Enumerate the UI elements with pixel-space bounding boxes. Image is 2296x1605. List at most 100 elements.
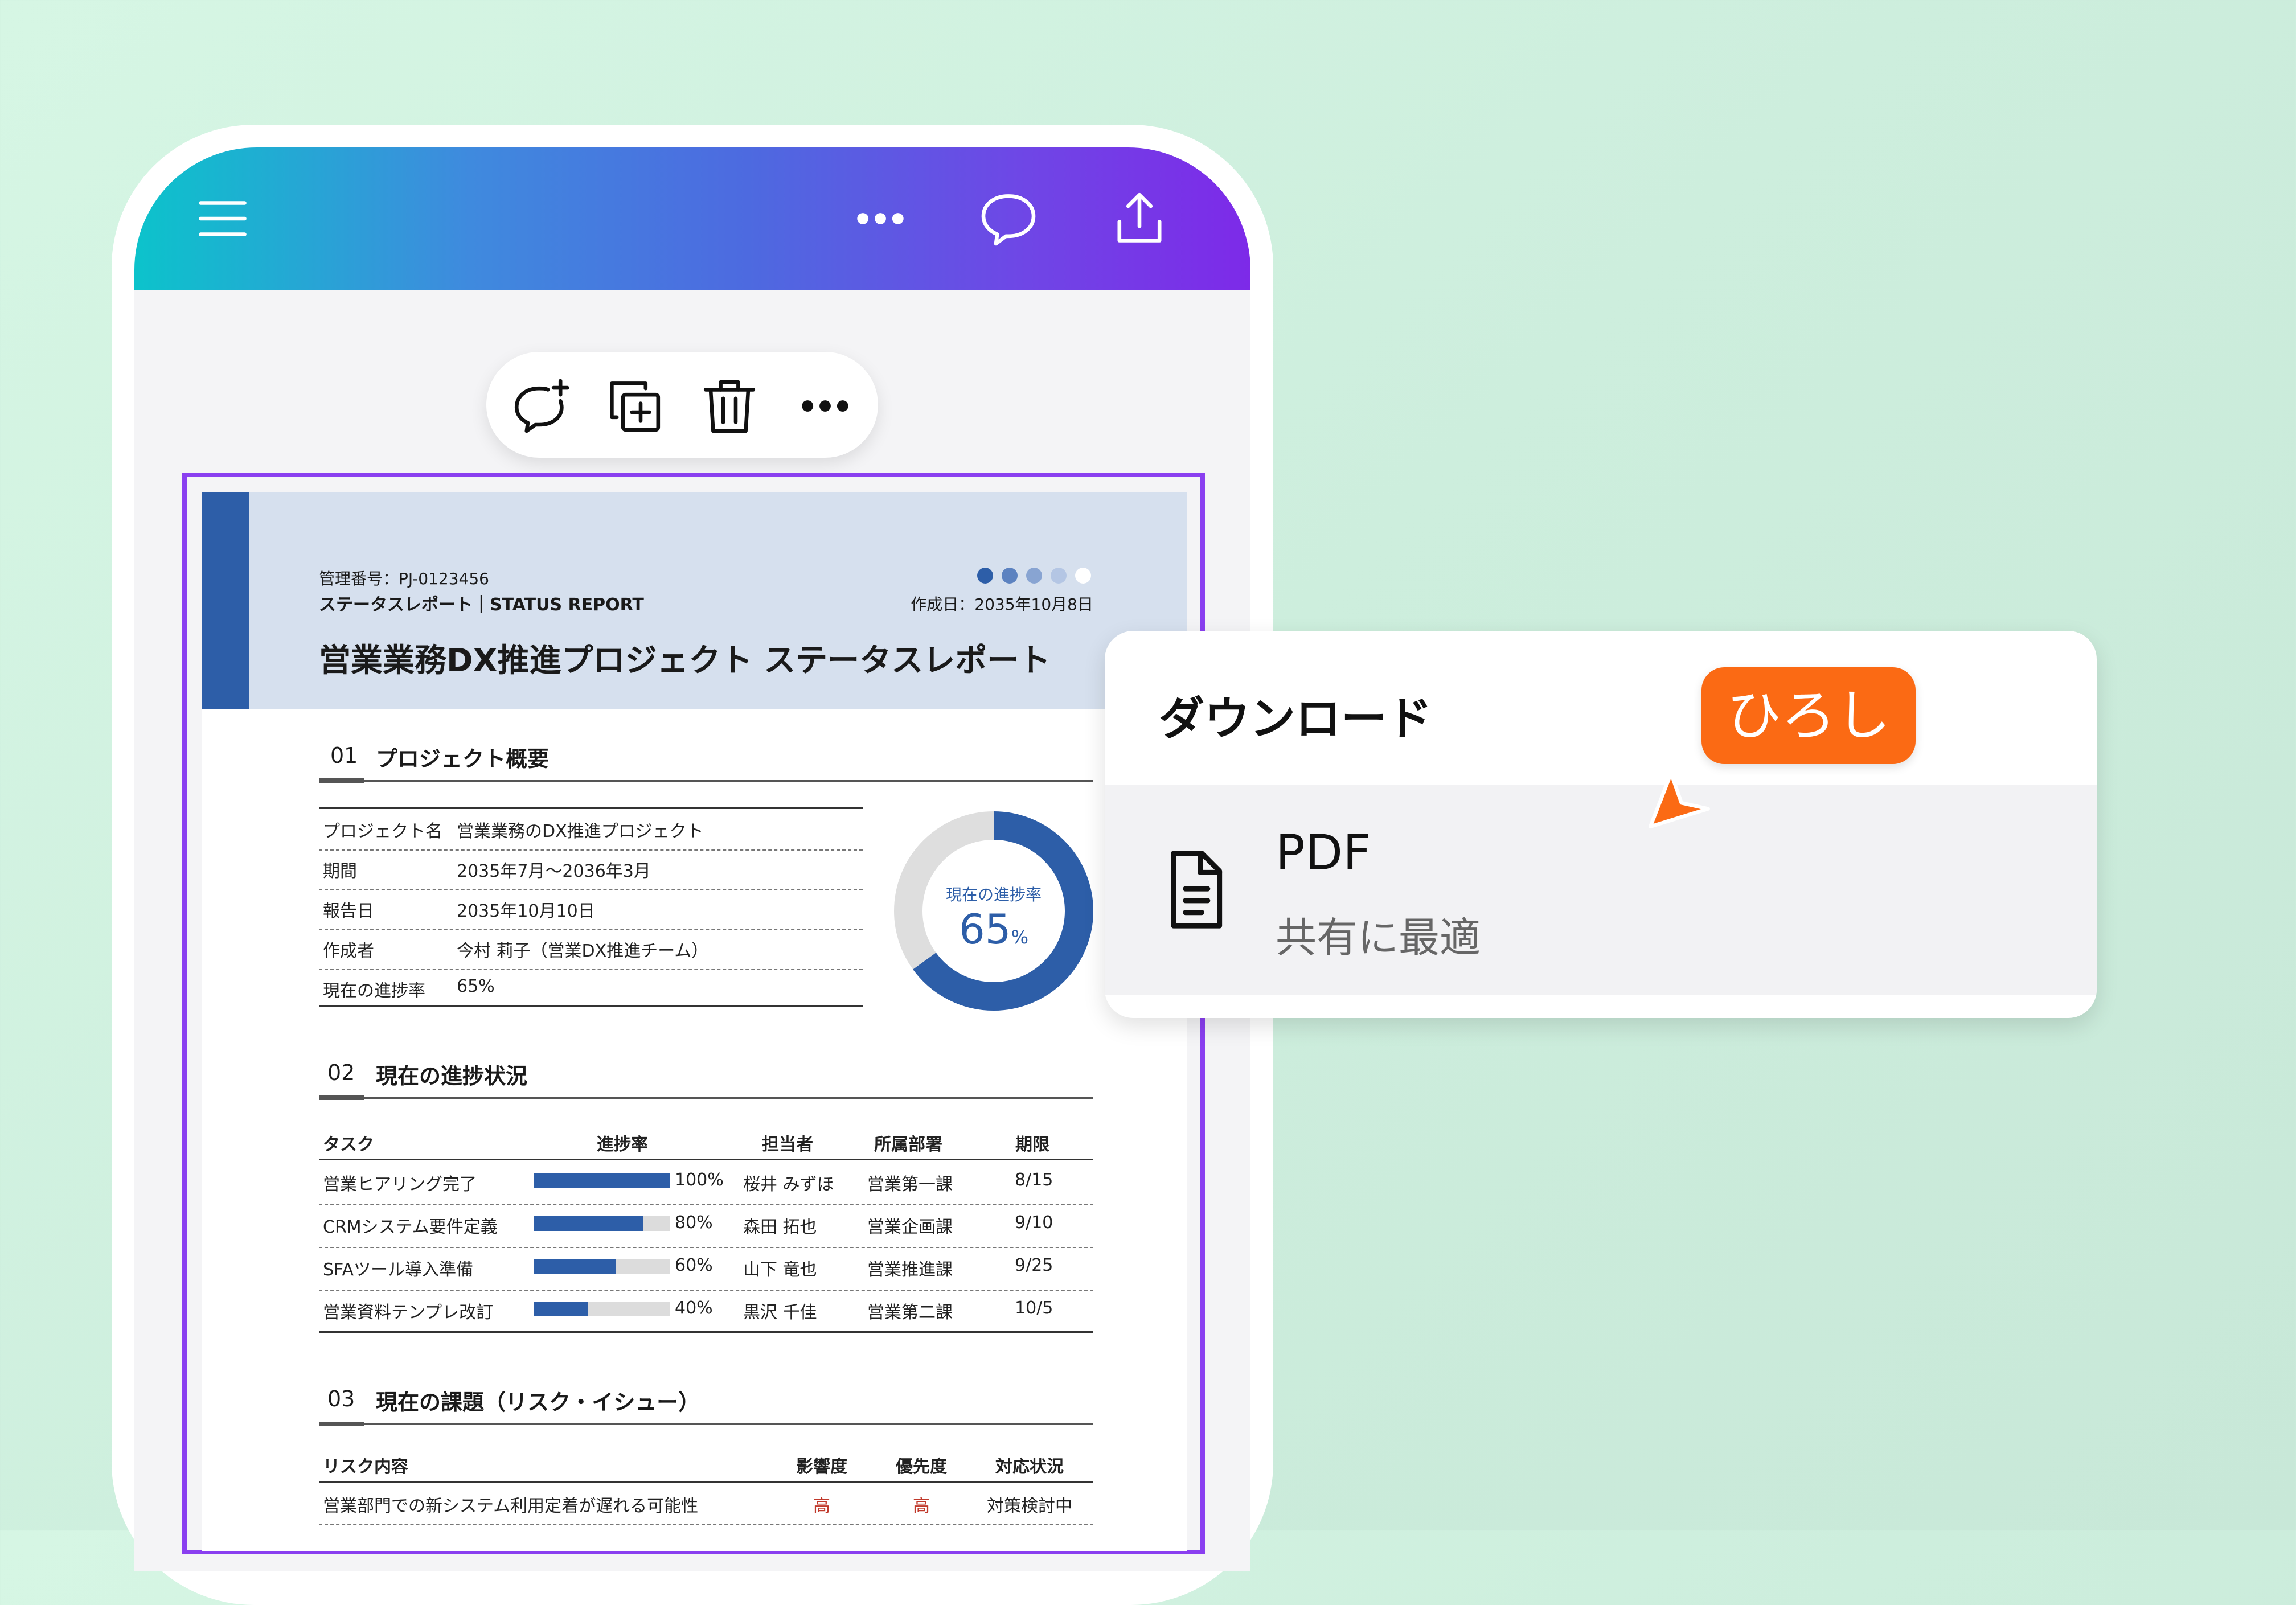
task-due: 8/15 (1015, 1170, 1053, 1190)
section-number: 03 (327, 1386, 355, 1411)
task-owner: 桜井 みずほ (743, 1175, 834, 1194)
progress-bar-fill (534, 1216, 643, 1231)
impact-value: 高 (813, 1496, 830, 1516)
section-divider-accent (319, 1422, 364, 1426)
option-description: 共有に最適 (1276, 914, 1481, 962)
section-divider (319, 1097, 1093, 1099)
col-header-status: 対応状況 (995, 1457, 1064, 1477)
task-dept: 営業推進課 (867, 1260, 953, 1280)
task-dept: 営業企画課 (867, 1217, 953, 1237)
add-comment-icon[interactable] (509, 375, 572, 437)
overview-value: 65% (457, 976, 495, 996)
section-divider-accent (319, 778, 364, 783)
table-top-border (319, 807, 863, 809)
col-header-dept: 所属部署 (874, 1135, 942, 1155)
col-header-task: タスク (323, 1135, 374, 1155)
progress-bar (534, 1173, 670, 1188)
task-name: CRMシステム要件定義 (323, 1217, 498, 1237)
table-bottom-border (319, 1005, 863, 1007)
col-header-impact: 影響度 (796, 1457, 847, 1477)
progress-donut: 現在の進捗率 65% (891, 808, 1096, 1013)
overview-label: 報告日 (323, 901, 374, 921)
section-title: 現在の課題（リスク・イシュー） (376, 1390, 700, 1415)
section-divider (319, 780, 1093, 782)
share-icon[interactable] (1108, 187, 1171, 250)
document-icon (1159, 847, 1233, 933)
progress-bar-fill (534, 1173, 670, 1188)
col-header-risk: リスク内容 (323, 1457, 408, 1477)
task-dept: 営業第一課 (867, 1175, 953, 1194)
report-label: ステータスレポート｜STATUS REPORT (319, 595, 644, 615)
table-top-border (319, 1481, 1093, 1483)
more-icon[interactable] (794, 375, 856, 437)
overview-label: 現在の進捗率 (323, 981, 425, 1001)
doc-header: 管理番号：PJ-0123456 ステータスレポート｜STATUS REPORT … (202, 492, 1187, 709)
table-top-border (319, 1159, 1093, 1160)
progress-bar (534, 1302, 670, 1316)
progress-bar-fill (534, 1302, 588, 1316)
document-page[interactable]: 管理番号：PJ-0123456 ステータスレポート｜STATUS REPORT … (202, 492, 1187, 1551)
menu-icon[interactable] (191, 187, 254, 250)
row-divider (319, 969, 863, 970)
overview-value: 今村 莉子（営業DX推進チーム） (457, 941, 709, 961)
context-toolbar (486, 352, 878, 458)
risk-text: 営業部門での新システム利用定着が遅れる可能性 (323, 1496, 699, 1516)
management-number: 管理番号：PJ-0123456 (319, 569, 489, 588)
progress-percent: 80% (675, 1213, 713, 1233)
progress-percent: 100% (675, 1170, 724, 1190)
task-name: 営業ヒアリング完了 (323, 1175, 477, 1194)
progress-bar (534, 1216, 670, 1231)
collaborator-cursor-icon (1640, 763, 1714, 837)
dot-indicator (977, 568, 993, 584)
section-divider (319, 1423, 1093, 1425)
task-dept: 営業第二課 (867, 1303, 953, 1323)
section-number: 01 (330, 743, 358, 768)
overview-value: 2035年7月～2036年3月 (457, 861, 651, 881)
dot-indicator (1026, 568, 1042, 584)
col-header-priority: 優先度 (896, 1457, 947, 1477)
doc-header-accent (202, 492, 249, 709)
col-header-owner: 担当者 (762, 1135, 813, 1155)
doc-title: 営業業務DX推進プロジェクト ステータスレポート (319, 642, 1051, 679)
task-owner: 森田 拓也 (743, 1217, 817, 1237)
created-date: 作成日：2035年10月8日 (911, 595, 1093, 614)
row-divider (319, 1524, 1093, 1525)
app-header (134, 147, 1250, 290)
row-divider (319, 929, 863, 930)
overview-label: プロジェクト名 (323, 822, 442, 842)
progress-bar-fill (534, 1259, 616, 1274)
duplicate-icon[interactable] (603, 375, 666, 437)
dot-indicator (1075, 568, 1091, 584)
task-owner: 黒沢 千佳 (743, 1303, 817, 1323)
dot-indicator (1051, 568, 1067, 584)
overview-label: 作成者 (323, 941, 374, 961)
progress-percent: 60% (675, 1255, 713, 1275)
option-name: PDF (1276, 824, 1371, 881)
priority-value: 高 (913, 1496, 930, 1516)
section-title: 現在の進捗状況 (376, 1064, 528, 1089)
pdf-download-option[interactable]: PDF 共有に最適 (1105, 785, 2097, 995)
dot-indicator (1002, 568, 1018, 584)
overview-label: 期間 (323, 861, 357, 881)
overview-value: 2035年10月10日 (457, 901, 595, 921)
task-owner: 山下 竜也 (743, 1260, 817, 1280)
col-header-progress: 進捗率 (597, 1135, 648, 1155)
col-header-due: 期限 (1015, 1135, 1049, 1155)
donut-value: 65% (958, 905, 1029, 953)
task-due: 9/25 (1015, 1255, 1053, 1275)
task-due: 10/5 (1015, 1298, 1053, 1318)
comment-icon[interactable] (977, 187, 1040, 250)
task-due: 9/10 (1015, 1213, 1053, 1233)
collaborator-name-badge: ひろし (1702, 667, 1916, 764)
section-title: プロジェクト概要 (376, 746, 550, 771)
section-number: 02 (327, 1060, 355, 1085)
trash-icon[interactable] (698, 375, 761, 437)
progress-bar (534, 1259, 670, 1274)
download-panel: ダウンロード PDF 共有に最適 (1105, 631, 2097, 1018)
progress-percent: 40% (675, 1298, 713, 1318)
section-divider-accent (319, 1095, 364, 1100)
status-value: 対策検討中 (987, 1496, 1072, 1516)
overview-value: 営業業務のDX推進プロジェクト (457, 822, 704, 842)
more-icon[interactable] (849, 187, 912, 250)
row-divider (319, 849, 863, 851)
